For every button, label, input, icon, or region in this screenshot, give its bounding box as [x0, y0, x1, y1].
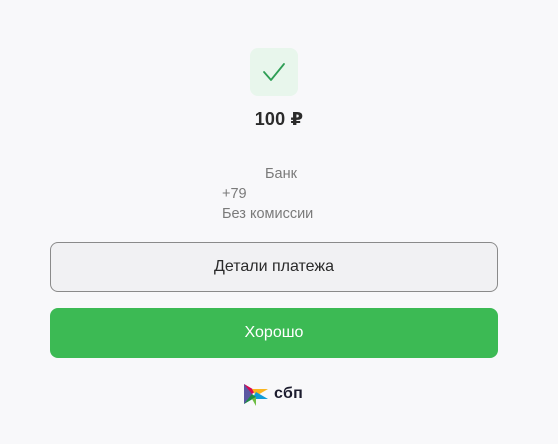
sbp-logo: сбп — [242, 379, 303, 409]
checkmark-icon — [263, 63, 285, 81]
ok-button[interactable]: Хорошо — [50, 308, 498, 358]
bank-name: Банк — [265, 166, 297, 182]
sbp-logo-text: сбп — [274, 385, 304, 402]
payment-details-button-label: Детали платежа — [214, 258, 334, 275]
ok-button-label: Хорошо — [244, 324, 304, 341]
fee-info: Без комиссии — [222, 206, 314, 222]
recipient-phone: +79 — [222, 186, 247, 202]
payment-details: Банк +79 Без комиссии — [222, 164, 313, 224]
payment-details-button[interactable]: Детали платежа — [50, 242, 498, 292]
success-checkmark-icon — [250, 48, 298, 96]
payment-amount: 100 ₽ — [254, 109, 304, 129]
sbp-logo-icon — [244, 384, 268, 406]
